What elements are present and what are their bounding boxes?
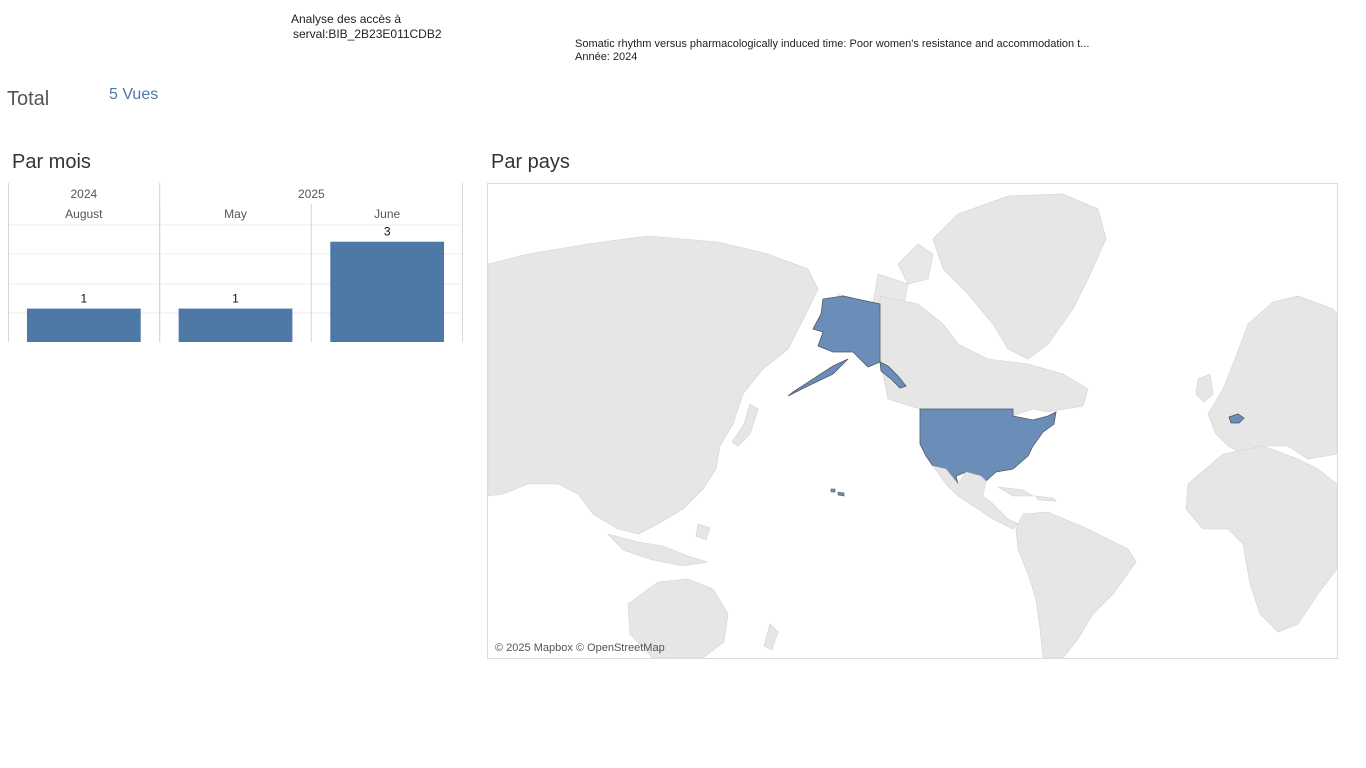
report-title-line1: Analyse des accès à xyxy=(291,12,402,26)
month-label: June xyxy=(374,207,400,221)
map-land-greenland xyxy=(932,193,1107,360)
total-views-value: 5 Vues xyxy=(109,86,159,103)
bar-value-label: 3 xyxy=(384,225,391,239)
bar-value-label: 1 xyxy=(80,292,87,306)
map-country-hawaii xyxy=(830,488,845,497)
bar xyxy=(178,308,293,342)
map-land-caribbean xyxy=(997,486,1057,502)
monthly-bar-chart: 2024 2025 August 1 May 1 June 3 xyxy=(8,183,463,343)
map-land-asia xyxy=(488,235,819,535)
report-title-line2: serval:BIB_2B23E011CDB2 xyxy=(293,27,442,41)
month-label: August xyxy=(65,207,103,221)
map-attribution[interactable]: © 2025 Mapbox © OpenStreetMap xyxy=(495,642,665,654)
country-map[interactable]: © 2025 Mapbox © OpenStreetMap xyxy=(487,183,1338,659)
document-title: Somatic rhythm versus pharmacologically … xyxy=(575,38,1090,50)
bar-value-label: 1 xyxy=(232,292,239,306)
bar xyxy=(330,241,445,342)
map-land-new-zealand xyxy=(763,623,779,651)
month-label: May xyxy=(224,207,247,221)
by-month-title: Par mois xyxy=(12,151,91,173)
total-label: Total xyxy=(7,88,50,110)
bar xyxy=(26,308,141,342)
map-land-europe xyxy=(1207,295,1337,460)
map-land-africa xyxy=(1185,445,1337,633)
document-info: Somatic rhythm versus pharmacologically … xyxy=(575,38,1089,64)
map-land-south-america xyxy=(1015,511,1137,658)
map-land-mexico xyxy=(932,465,1019,530)
year-label: 2025 xyxy=(298,187,325,201)
world-map-svg[interactable] xyxy=(488,184,1337,658)
year-label: 2024 xyxy=(70,187,97,201)
monthly-bar-chart-svg: 2024 2025 August 1 May 1 June 3 xyxy=(8,183,463,342)
report-title: Analyse des accès à serval:BIB_2B23E011C… xyxy=(291,12,442,42)
by-country-title: Par pays xyxy=(491,151,570,173)
map-land-british-isles xyxy=(1195,373,1214,403)
document-year: Année: 2024 xyxy=(575,51,638,63)
